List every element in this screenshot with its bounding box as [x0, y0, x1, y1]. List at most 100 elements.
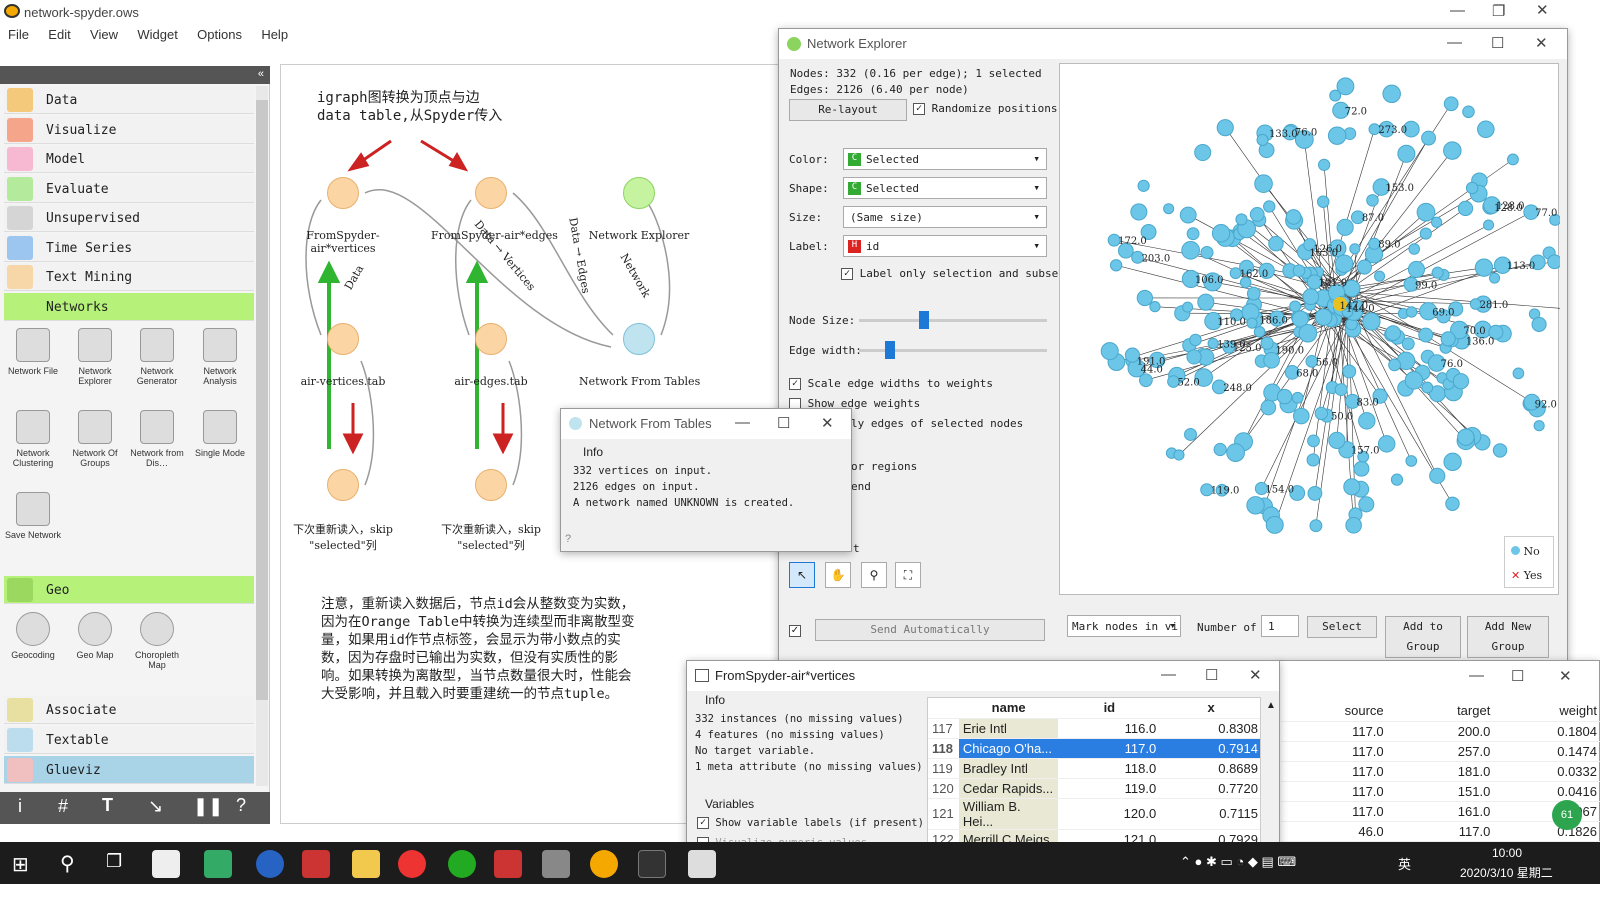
graph-node[interactable] — [1334, 383, 1348, 397]
pause-icon[interactable]: ❚❚ — [193, 796, 223, 817]
graph-node[interactable] — [1149, 301, 1161, 313]
table-row[interactable]: 117.0 200.0 0.1804 — [1281, 721, 1600, 742]
graph-node[interactable] — [1260, 336, 1274, 350]
minimize-icon[interactable]: — — [1161, 666, 1176, 683]
graph-node[interactable] — [1292, 407, 1310, 425]
graph-node[interactable] — [1397, 144, 1416, 163]
table-row[interactable]: 117.0 151.0 0.0416 — [1281, 781, 1600, 802]
cell-id[interactable]: 118.0 — [1058, 758, 1161, 779]
graph-node[interactable] — [1200, 245, 1214, 260]
graph-node[interactable] — [1173, 449, 1185, 461]
widget-single-mode[interactable]: Single Mode — [189, 410, 251, 458]
checkbox-checked[interactable]: ✓ — [913, 103, 925, 115]
cell-weight[interactable]: 0.1474 — [1494, 741, 1600, 762]
graph-node[interactable] — [1492, 443, 1508, 458]
graph-node[interactable] — [1246, 286, 1261, 301]
cell-target[interactable]: 257.0 — [1387, 741, 1495, 762]
graph-node[interactable] — [1182, 301, 1194, 313]
cell-x[interactable]: 0.7115 — [1160, 798, 1260, 830]
graph-node[interactable] — [1130, 203, 1148, 221]
graph-node[interactable] — [1249, 207, 1265, 222]
graph-node[interactable] — [1317, 158, 1331, 171]
edge-width-handle[interactable] — [885, 341, 896, 359]
graph-node[interactable] — [1298, 323, 1318, 343]
graph-node[interactable] — [1334, 254, 1354, 273]
pointer-icon[interactable]: ↖ — [789, 562, 815, 588]
relayout-button[interactable]: Re-layout — [789, 99, 907, 121]
graph-node[interactable] — [1382, 84, 1401, 104]
clock-date[interactable]: 2020/3/10 星期二 — [1460, 864, 1553, 881]
graph-node[interactable] — [1307, 485, 1323, 501]
graph-node[interactable] — [1336, 218, 1354, 236]
graph-node[interactable] — [1385, 325, 1401, 341]
cell-x[interactable]: 0.7914 — [1160, 738, 1260, 759]
menu-widget[interactable]: Widget — [129, 24, 185, 45]
cell-target[interactable]: 181.0 — [1387, 761, 1495, 782]
cell-target[interactable]: 117.0 — [1387, 821, 1495, 842]
chrome-icon[interactable] — [398, 850, 426, 878]
node-size-slider[interactable] — [859, 311, 1047, 329]
graph-node[interactable] — [1388, 358, 1401, 372]
graph-node[interactable] — [1512, 367, 1525, 380]
scale-edges-checkbox[interactable]: ✓ Scale edge widths to weights — [789, 377, 993, 390]
category-glueviz[interactable]: Glueviz — [4, 756, 254, 784]
category-visualize[interactable]: Visualize — [4, 115, 254, 144]
category-data[interactable]: Data — [4, 86, 254, 114]
menu-view[interactable]: View — [82, 24, 126, 45]
cell-id[interactable]: 119.0 — [1058, 778, 1161, 799]
graph-node[interactable] — [1307, 434, 1320, 448]
widget-choropleth-map[interactable]: Choropleth Map — [126, 612, 188, 670]
arrow-tool-icon[interactable]: ↘ — [148, 796, 163, 817]
graph-node[interactable] — [1256, 133, 1269, 146]
graph-node[interactable] — [1443, 452, 1462, 472]
edge-width-slider[interactable] — [859, 341, 1047, 359]
cell-target[interactable]: 161.0 — [1387, 801, 1495, 822]
label-select[interactable]: Hid ▾ — [843, 235, 1047, 257]
graph-node[interactable] — [1419, 227, 1432, 240]
show-labels-checkbox[interactable]: ✓ Show variable labels (if present) — [697, 817, 924, 829]
widget-network-from-distances[interactable]: Network from Dis… — [126, 410, 188, 468]
cell-x[interactable]: 0.8689 — [1160, 758, 1260, 779]
add-new-group-button[interactable]: Add New Group — [1467, 616, 1549, 658]
close-icon[interactable]: ✕ — [821, 414, 834, 432]
minimize-icon[interactable]: — — [1469, 667, 1484, 684]
fit-icon[interactable]: ⛶ — [895, 562, 921, 588]
table-row[interactable]: 118 Chicago O'ha... 117.0 0.7914 — [928, 738, 1260, 759]
graph-node[interactable] — [1366, 194, 1379, 207]
collapse-icon[interactable]: « — [258, 68, 264, 80]
help-icon[interactable]: ? — [236, 795, 246, 816]
graph-node[interactable] — [1253, 325, 1266, 338]
cell-x[interactable]: 0.8308 — [1160, 718, 1260, 739]
graph-node[interactable] — [1109, 259, 1123, 272]
graph-node[interactable] — [1186, 349, 1202, 365]
pan-hand-icon[interactable]: ✋ — [825, 562, 851, 588]
graph-node[interactable] — [1507, 153, 1519, 166]
cell-source[interactable]: 117.0 — [1281, 721, 1388, 742]
cell-name[interactable]: Chicago O'ha... — [958, 738, 1059, 759]
widget-geo-map[interactable]: Geo Map — [64, 612, 126, 660]
graph-view[interactable]: 92.0 126.0 99.0 162.0 186.0 136.0 139.0 77.0 133… — [1059, 63, 1582, 595]
notification-badge[interactable]: 61 — [1552, 800, 1582, 830]
table-row[interactable]: 117 Erie Intl 116.0 0.8308 — [928, 718, 1260, 739]
graph-node[interactable] — [1408, 243, 1421, 255]
graph-node[interactable] — [1163, 203, 1175, 215]
task-view-icon[interactable]: ❐ — [106, 851, 122, 872]
graph-node[interactable] — [1418, 327, 1434, 343]
menu-file[interactable]: File — [0, 24, 37, 45]
graph-node[interactable] — [1216, 119, 1234, 137]
graph-node[interactable] — [1276, 388, 1293, 405]
graph-node[interactable] — [1316, 195, 1330, 208]
restore-icon[interactable]: ❐ — [1492, 2, 1505, 20]
graph-node[interactable] — [1483, 219, 1495, 231]
menu-options[interactable]: Options — [189, 24, 250, 45]
scroll-thumb[interactable] — [256, 100, 268, 700]
graph-node[interactable] — [1265, 515, 1284, 534]
app-icon-8[interactable] — [494, 850, 522, 878]
cell-source[interactable]: 117.0 — [1281, 741, 1388, 762]
graph-node[interactable] — [1328, 431, 1346, 449]
minimize-icon[interactable]: — — [1447, 34, 1462, 51]
maximize-icon[interactable]: ☐ — [1205, 666, 1218, 684]
cell-name[interactable]: William B. Hei... — [958, 798, 1059, 830]
category-unsupervised[interactable]: Unsupervised — [4, 204, 254, 232]
grid-icon[interactable]: # — [58, 796, 68, 817]
